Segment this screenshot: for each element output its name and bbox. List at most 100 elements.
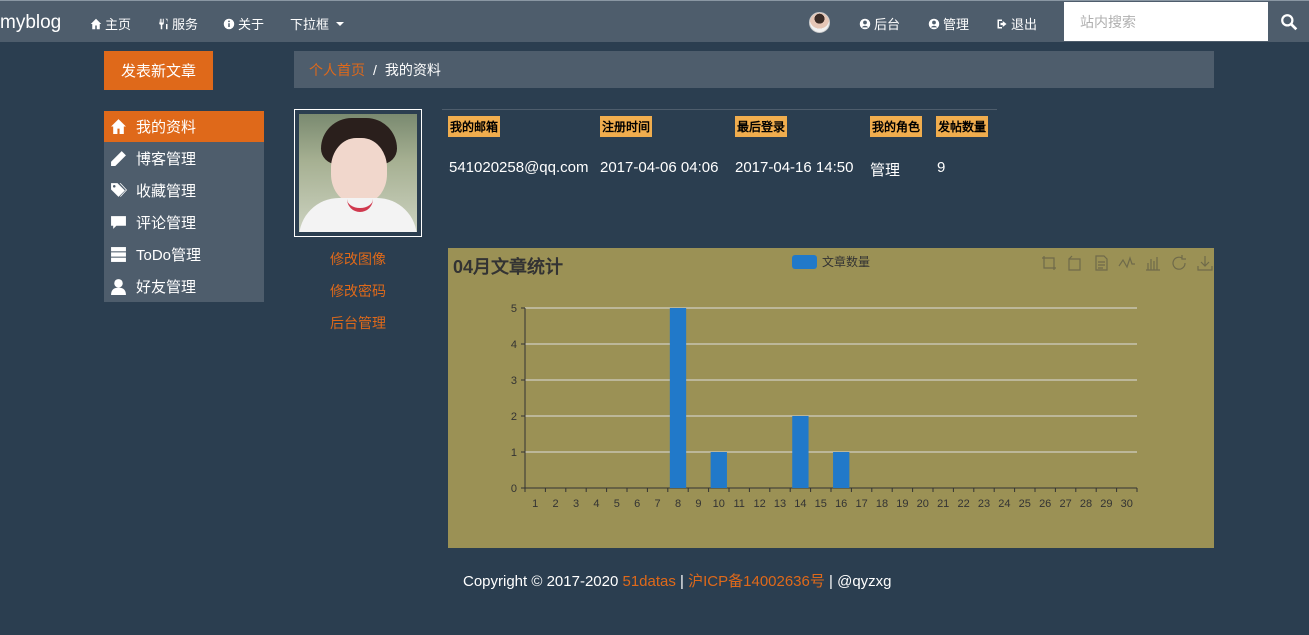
x-tick-label: 27 <box>1059 498 1071 510</box>
top-navbar: myblog 主页 服务 关于 下拉框 后台 管理 退出 <box>0 0 1309 42</box>
line-chart-icon[interactable] <box>1118 254 1136 272</box>
y-tick-label: 0 <box>511 483 517 495</box>
change-avatar-link[interactable]: 修改图像 <box>294 249 422 281</box>
legend-label: 文章数量 <box>822 255 871 269</box>
nav-backend-label: 后台 <box>874 17 901 32</box>
profile-avatar <box>294 109 422 237</box>
new-post-button[interactable]: 发表新文章 <box>104 51 213 90</box>
nav-services[interactable]: 服务 <box>157 14 198 33</box>
breadcrumb-current: 我的资料 <box>384 61 441 78</box>
x-tick-label: 4 <box>593 498 599 510</box>
breadcrumb: 个人首页 / 我的资料 <box>294 51 1214 88</box>
data-view-icon[interactable] <box>1092 254 1110 272</box>
nav-home-label: 主页 <box>105 17 132 32</box>
value-post-count: 9 <box>937 159 946 176</box>
x-tick-label: 18 <box>876 498 888 510</box>
comment-icon <box>111 215 126 229</box>
tasks-icon <box>111 246 126 262</box>
pencil-icon <box>111 150 126 166</box>
footer-site-link[interactable]: 51datas <box>623 573 676 590</box>
user-circle-icon <box>928 18 940 29</box>
x-tick-label: 30 <box>1121 498 1133 510</box>
x-tick-label: 6 <box>634 498 640 510</box>
sidebar-item-label: 好友管理 <box>136 278 197 296</box>
search-input[interactable] <box>1064 2 1268 41</box>
nav-backend[interactable]: 后台 <box>859 14 900 33</box>
breadcrumb-home-link[interactable]: 个人首页 <box>309 60 365 80</box>
nav-dropdown[interactable]: 下拉框 <box>290 14 345 33</box>
nav-about[interactable]: 关于 <box>223 14 264 33</box>
nav-home[interactable]: 主页 <box>90 14 131 33</box>
x-tick-label: 5 <box>614 498 620 510</box>
footer-icp-link[interactable]: 沪ICP备14002636号 <box>688 573 825 590</box>
x-tick-label: 13 <box>774 498 786 510</box>
y-tick-label: 4 <box>511 339 517 351</box>
x-tick-label: 2 <box>553 498 559 510</box>
y-tick-label: 2 <box>511 411 517 423</box>
x-tick-label: 25 <box>1019 498 1031 510</box>
x-tick-label: 8 <box>675 498 681 510</box>
brand-logo[interactable]: myblog <box>0 12 61 34</box>
nav-about-label: 关于 <box>238 17 265 32</box>
restore-icon[interactable] <box>1170 254 1188 272</box>
x-tick-label: 12 <box>753 498 765 510</box>
zoom-reset-icon[interactable] <box>1066 254 1084 272</box>
x-tick-label: 23 <box>978 498 990 510</box>
sidebar-item-blog[interactable]: 博客管理 <box>104 142 264 174</box>
x-tick-label: 3 <box>573 498 579 510</box>
bar-chart-icon[interactable] <box>1144 254 1162 272</box>
x-tick-label: 19 <box>896 498 908 510</box>
header-register-time: 注册时间 <box>600 116 653 137</box>
x-tick-label: 11 <box>733 498 744 510</box>
search-icon[interactable] <box>1280 13 1298 31</box>
value-email: 541020258@qq.com <box>449 159 589 176</box>
nav-dropdown-label: 下拉框 <box>290 17 330 32</box>
article-stats-chart: 0 1 2 3 4 5 1 2 3 4 5 6 7 8 9 10 11 12 13 14 15 16 17 18 19 20 21 2… <box>448 248 1214 548</box>
value-role: 管理 <box>870 162 901 179</box>
sidebar-item-profile[interactable]: 我的资料 <box>104 111 264 142</box>
profile-links: 修改图像 修改密码 后台管理 <box>294 249 422 345</box>
chart-legend[interactable]: 文章数量 <box>792 253 870 270</box>
x-tick-label: 10 <box>713 498 725 510</box>
x-tick-label: 21 <box>937 498 949 510</box>
x-tick-label: 1 <box>532 498 538 510</box>
y-tick-label: 1 <box>511 447 517 459</box>
value-register-time: 2017-04-06 04:06 <box>600 159 719 176</box>
footer: Copyright © 2017-2020 51datas | 沪ICP备140… <box>463 570 892 591</box>
nav-logout-label: 退出 <box>1011 17 1038 32</box>
sidebar-item-friends[interactable]: 好友管理 <box>104 270 264 302</box>
sidebar-item-todo[interactable]: ToDo管理 <box>104 238 264 270</box>
sidebar-item-comments[interactable]: 评论管理 <box>104 206 264 238</box>
change-password-link[interactable]: 修改密码 <box>294 281 422 313</box>
zoom-icon[interactable] <box>1040 254 1058 272</box>
download-icon[interactable] <box>1196 254 1214 272</box>
admin-link[interactable]: 后台管理 <box>294 313 422 345</box>
cutlery-icon <box>159 18 168 29</box>
sidebar-item-label: 收藏管理 <box>136 182 197 200</box>
header-post-count: 发帖数量 <box>936 116 989 137</box>
sidebar-item-label: 评论管理 <box>136 214 197 232</box>
nav-services-label: 服务 <box>172 17 199 32</box>
nav-manage-label: 管理 <box>943 17 970 32</box>
sidebar-item-favorites[interactable]: 收藏管理 <box>104 174 264 206</box>
header-email: 我的邮箱 <box>448 116 501 137</box>
x-tick-label: 15 <box>815 498 827 510</box>
footer-separator: | <box>675 573 689 590</box>
nav-manage[interactable]: 管理 <box>928 14 969 33</box>
x-tick-label: 28 <box>1080 498 1092 510</box>
nav-logout[interactable]: 退出 <box>996 14 1037 33</box>
x-tick-label: 9 <box>695 498 701 510</box>
sidebar-menu: 我的资料 博客管理 收藏管理 评论管理 ToDo管理 好友管理 <box>104 111 264 302</box>
user-avatar[interactable] <box>809 12 830 33</box>
caret-down-icon <box>336 22 345 26</box>
user-circle-icon <box>859 18 871 29</box>
home-icon <box>90 18 102 29</box>
info-icon <box>223 18 235 29</box>
footer-copyright: Copyright © 2017-2020 <box>463 573 623 590</box>
x-tick-label: 16 <box>835 498 847 510</box>
x-tick-label: 24 <box>998 498 1010 510</box>
sidebar-item-label: 我的资料 <box>136 119 197 136</box>
x-tick-label: 22 <box>957 498 969 510</box>
breadcrumb-separator: / <box>373 61 377 78</box>
footer-author: @qyzxg <box>837 573 892 590</box>
